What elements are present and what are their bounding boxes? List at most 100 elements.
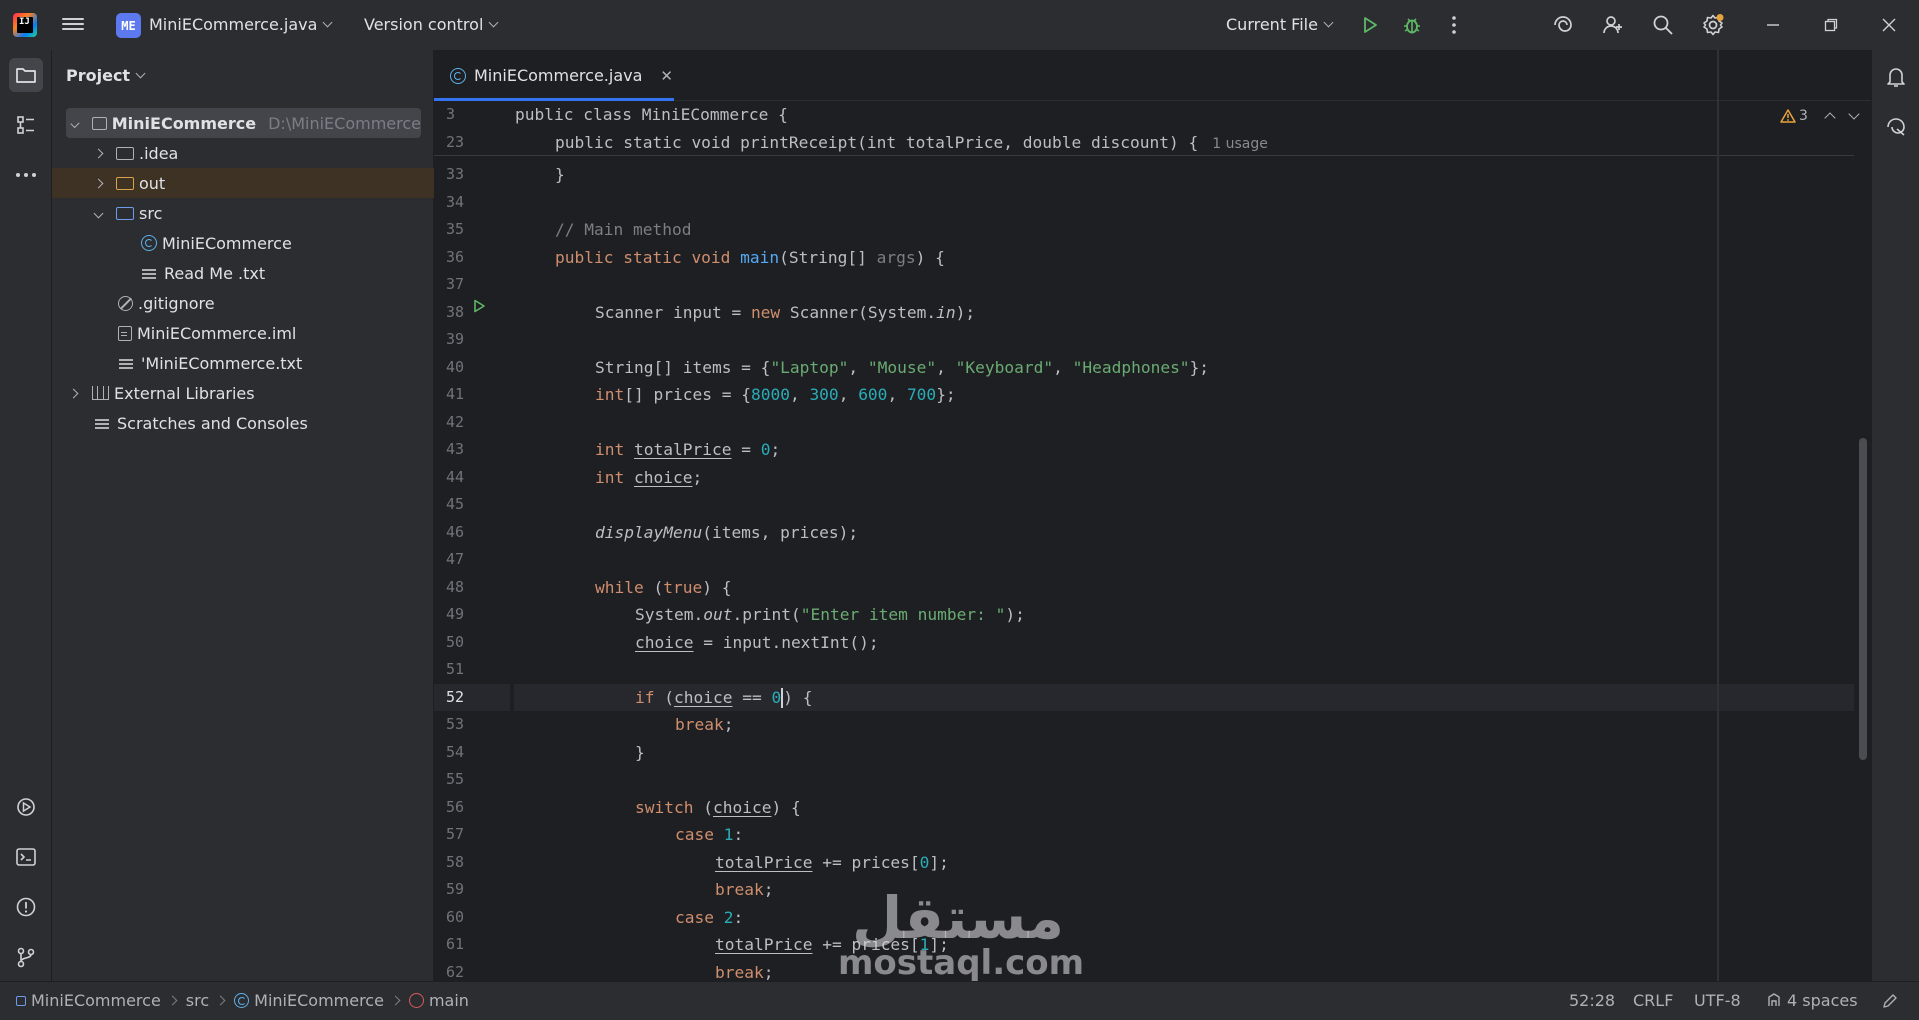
more-tools-icon[interactable] <box>9 158 43 192</box>
tree-item-label: out <box>139 173 166 193</box>
code-line-41: int[] prices = {8000, 300, 600, 700}; <box>595 385 956 404</box>
problems-icon[interactable] <box>9 890 43 924</box>
code-line-57: case 1: <box>675 825 744 844</box>
tree-item-label: External Libraries <box>114 383 255 403</box>
inspection-widget[interactable]: 3 <box>1780 108 1860 124</box>
run-config-selector[interactable]: Current File <box>1226 15 1334 34</box>
tree-item-gitignore[interactable]: .gitignore <box>52 288 434 318</box>
next-highlight-icon[interactable] <box>1848 108 1860 120</box>
code-line-56: switch (choice) { <box>635 797 801 817</box>
tree-item-root[interactable]: MiniECommerce D:\MiniECommerce <box>66 108 421 138</box>
project-panel-title[interactable]: Project <box>66 66 146 85</box>
minimize-button[interactable] <box>1762 14 1784 36</box>
tab-minie-commerce-java[interactable]: MiniECommerce.java ✕ <box>434 50 674 101</box>
project-tool-folder-icon[interactable] <box>9 58 43 92</box>
tree-item-scratches[interactable]: Scratches and Consoles <box>52 408 434 438</box>
caret-position[interactable]: 52:28 <box>1569 991 1615 1010</box>
code-line-49: System.out.print("Enter item number: "); <box>635 605 1025 624</box>
editor-scrollbar[interactable] <box>1859 438 1867 760</box>
code-line-54: } <box>635 742 645 762</box>
line-number: 33 <box>446 165 465 183</box>
tree-item-label: .gitignore <box>138 293 215 313</box>
usage-hint[interactable]: 1 usage <box>1212 136 1268 152</box>
tree-item-src[interactable]: src <box>52 198 434 228</box>
run-main-gutter-icon[interactable] <box>472 298 486 313</box>
expand-arrow-icon[interactable] <box>93 208 104 218</box>
tree-item-readme[interactable]: Read Me .txt <box>52 258 434 288</box>
notifications-bell-icon[interactable] <box>1879 60 1913 94</box>
code-line-43: int totalPrice = 0; <box>595 440 781 459</box>
tree-item-out[interactable]: out <box>52 168 434 198</box>
tree-item-external-libraries[interactable]: External Libraries <box>52 378 434 408</box>
git-branch-icon[interactable] <box>9 940 43 974</box>
sticky-line-method[interactable]: public static void printReceipt(int tota… <box>514 129 1268 157</box>
project-path-hint: D:\MiniECommerce <box>268 113 421 133</box>
chevron-right-icon <box>390 995 401 1006</box>
ai-assistant-icon[interactable] <box>1550 12 1576 38</box>
close-tab-icon[interactable]: ✕ <box>660 67 673 85</box>
warning-icon <box>1780 109 1796 123</box>
expand-arrow-icon[interactable] <box>93 148 104 158</box>
close-window-button[interactable] <box>1878 14 1900 36</box>
structure-icon[interactable] <box>9 108 43 142</box>
line-number: 39 <box>446 330 465 348</box>
code-line-46: displayMenu(items, prices); <box>595 522 859 542</box>
breadcrumb-item[interactable]: MiniECommerce <box>31 991 161 1010</box>
chevron-down-icon <box>1323 17 1334 28</box>
expand-arrow-icon[interactable] <box>70 118 80 128</box>
editor-tab-bar: MiniECommerce.java ✕ <box>434 50 1871 101</box>
settings-gear-icon[interactable] <box>1700 12 1726 38</box>
code-line-50: choice = input.nextInt(); <box>635 632 879 652</box>
terminal-icon[interactable] <box>9 840 43 874</box>
line-number: 35 <box>446 220 465 238</box>
expand-arrow-icon[interactable] <box>68 388 79 398</box>
right-margin-guide <box>1717 50 1719 981</box>
line-number: 43 <box>446 440 465 458</box>
tree-item-label: src <box>139 203 163 223</box>
line-number: 55 <box>446 770 465 788</box>
java-class-icon <box>234 993 250 1008</box>
breadcrumb-item[interactable]: MiniECommerce <box>254 991 384 1010</box>
breadcrumb: MiniECommerce src MiniECommerce main <box>16 991 469 1010</box>
ai-chat-icon[interactable] <box>1879 110 1913 144</box>
tree-item-label: MiniECommerce <box>111 113 257 133</box>
line-separator[interactable]: CRLF <box>1633 991 1673 1010</box>
debug-icon[interactable] <box>1399 12 1425 38</box>
tree-item-idea[interactable]: .idea <box>52 138 434 168</box>
text-file-icon <box>118 355 136 371</box>
right-tool-strip <box>1871 50 1919 981</box>
tree-item-class[interactable]: MiniECommerce <box>52 228 434 258</box>
previous-highlight-icon[interactable] <box>1824 112 1836 124</box>
expand-arrow-icon[interactable] <box>93 178 104 188</box>
add-user-icon[interactable] <box>1600 12 1626 38</box>
file-encoding[interactable]: UTF-8 <box>1694 991 1741 1010</box>
tree-item-iml[interactable]: MiniECommerce.iml <box>52 318 434 348</box>
line-number: 56 <box>446 797 465 816</box>
version-control-menu[interactable]: Version control <box>364 15 499 34</box>
breadcrumb-item[interactable]: src <box>186 991 209 1010</box>
indent-setting[interactable]: 4 spaces <box>1766 991 1858 1010</box>
project-badge[interactable]: ME <box>116 13 141 38</box>
read-only-toggle-icon[interactable] <box>1882 993 1898 1013</box>
main-menu-icon[interactable] <box>62 15 84 35</box>
sticky-line-class[interactable]: public class MiniECommerce { <box>514 101 788 129</box>
project-selector[interactable]: MiniECommerce.java <box>149 15 333 34</box>
run-icon[interactable] <box>1357 12 1383 38</box>
line-number: 50 <box>446 632 465 651</box>
restore-button[interactable] <box>1820 14 1842 36</box>
more-actions-icon[interactable] <box>1441 12 1467 38</box>
intellij-logo-icon[interactable]: IJ <box>13 13 37 37</box>
line-number: 37 <box>446 275 465 293</box>
code-editor[interactable]: } // Main method public static void main… <box>514 101 1854 982</box>
services-icon[interactable] <box>9 790 43 824</box>
code-line-53: break; <box>675 715 734 734</box>
indent-icon <box>1768 993 1780 1006</box>
tree-item-label: Read Me .txt <box>164 263 266 283</box>
code-line-58: totalPrice += prices[0]; <box>715 852 949 872</box>
left-tool-strip <box>0 50 52 981</box>
sticky-scope-header[interactable]: 3 23 public class MiniECommerce { public… <box>434 101 1854 156</box>
search-icon[interactable] <box>1650 12 1676 38</box>
breadcrumb-item[interactable]: main <box>429 991 469 1010</box>
tree-item-txt[interactable]: 'MiniECommerce.txt <box>52 348 434 378</box>
tree-item-label: MiniECommerce <box>162 233 292 253</box>
